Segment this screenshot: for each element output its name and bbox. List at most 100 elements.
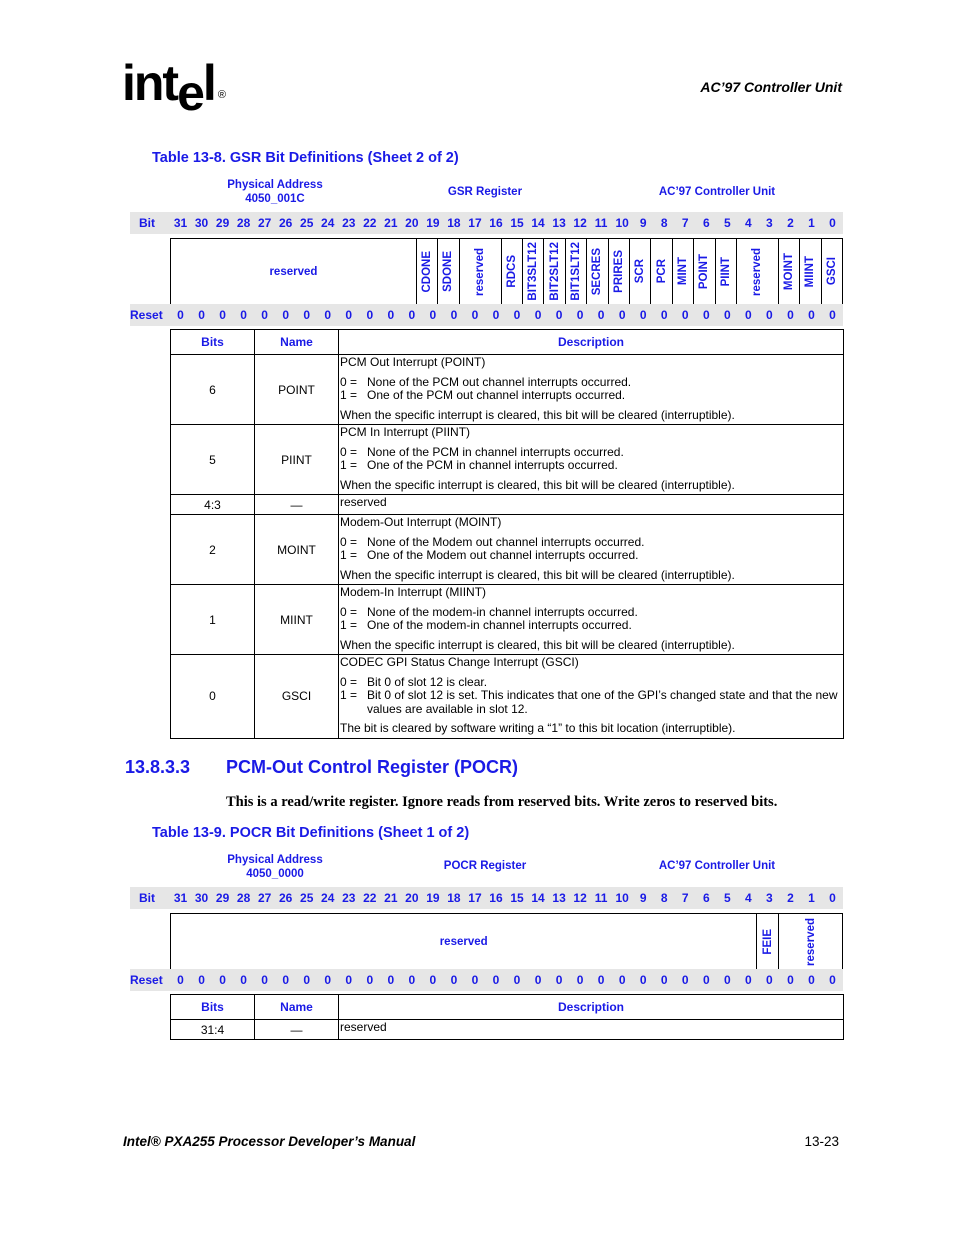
- bit-number: 26: [278, 891, 293, 905]
- table-header-row: Bits Name Description: [170, 994, 844, 1020]
- field-name: PRIRES: [612, 250, 625, 293]
- field-name: BIT3SLT12: [527, 242, 540, 301]
- bit-number: 6: [702, 891, 710, 905]
- section-heading: 13.8.3.3 PCM-Out Control Register (POCR): [125, 757, 518, 778]
- col-name: Name: [254, 329, 339, 355]
- table2-reset-row: Reset 00000000000000000000000000000000: [130, 969, 843, 991]
- description-note: When the specific interrupt is cleared, …: [340, 567, 735, 582]
- value-definition: 0 = None of the modem-in channel interrup…: [340, 604, 841, 620]
- reset-value: 0: [766, 973, 773, 987]
- bit-number: 5: [723, 216, 731, 230]
- reset-value: 0: [555, 308, 563, 322]
- bit-number: 9: [639, 891, 647, 905]
- row-name: —: [254, 494, 339, 515]
- bit-number: 21: [384, 216, 398, 230]
- bit-number: 2: [787, 891, 794, 905]
- field-name: BIT2SLT12: [548, 242, 561, 301]
- bit-number: 13: [552, 891, 566, 905]
- value-meaning: One of the PCM out channel interrupts oc…: [367, 388, 626, 402]
- footer-manual-title: Intel® PXA255 Processor Developer’s Manu…: [123, 1134, 416, 1149]
- reset-value: 0: [387, 308, 395, 322]
- bit-number: 3: [766, 216, 773, 230]
- reset-value: 0: [534, 973, 542, 987]
- bit-number: 12: [573, 216, 587, 230]
- bit-number: 4: [745, 216, 752, 230]
- reset-value: 0: [660, 973, 668, 987]
- bit-number: 13: [552, 216, 566, 230]
- bit-label: Bit: [139, 216, 155, 230]
- phys-addr-value: 4050_0000: [246, 868, 304, 880]
- reset-value: 0: [219, 973, 226, 987]
- reset-value: 0: [282, 973, 290, 987]
- table1-description-table: Bits Name Description 6 POINT PCM Out Inte…: [170, 329, 844, 739]
- description-title: PCM In Interrupt (PIINT): [340, 425, 471, 439]
- table2-field-diagram: reserved FEIE reserved: [170, 913, 843, 970]
- field-name: MINT: [676, 257, 689, 286]
- register-field: PIINT: [714, 239, 736, 304]
- bit-number: 10: [615, 216, 629, 230]
- bit-number: 1: [808, 216, 815, 230]
- value-definition: 1 = One of the Modem out channel interrup…: [340, 548, 841, 563]
- value-definition: 0 = None of the PCM out channel interrupt…: [340, 374, 841, 390]
- bit-number: 7: [681, 216, 689, 230]
- reset-value: 0: [471, 308, 479, 322]
- bit-number: 3: [766, 891, 773, 905]
- reset-value: 0: [177, 308, 184, 322]
- phys-addr-value: 4050_001C: [245, 193, 305, 205]
- reset-value: 0: [597, 308, 605, 322]
- value-key: 1 =: [340, 458, 358, 472]
- reset-value: 0: [555, 973, 563, 987]
- reset-value: 0: [639, 308, 647, 322]
- register-field: reserved: [735, 239, 778, 304]
- bit-number: 6: [702, 216, 710, 230]
- table-row: 31:4— reserved: [170, 1019, 844, 1040]
- row-description: Modem-Out Interrupt (MOINT) 0 = None of th…: [338, 514, 844, 585]
- bit-number: 18: [447, 891, 461, 905]
- bit-number: 31: [173, 891, 188, 905]
- bit-number: 9: [639, 216, 647, 230]
- reset-value: 0: [345, 973, 353, 987]
- register-field: SCR: [628, 239, 650, 304]
- bit-number: 28: [236, 891, 251, 905]
- intel-logo: intel ®: [122, 55, 226, 121]
- field-name: reserved: [751, 247, 764, 296]
- field-name: SCR: [634, 259, 647, 284]
- bit-number: 7: [681, 891, 689, 905]
- bit-number: 30: [194, 891, 209, 905]
- reset-value: 0: [198, 308, 205, 322]
- table-row: 2 MOINT Modem-Out Interrupt (MOINT) 0 = None…: [170, 514, 844, 585]
- register-field: BIT3SLT12: [521, 239, 543, 304]
- field-name: CDONE: [421, 250, 434, 293]
- row-name: —: [254, 1019, 339, 1040]
- register-field: PCR: [650, 239, 671, 304]
- row-bits: 31:4: [170, 1019, 255, 1040]
- description-title: Modem-In Interrupt (MIINT): [340, 585, 487, 599]
- bit-number: 31: [173, 216, 188, 230]
- table-row: 6 POINT PCM Out Interrupt (POINT) 0 = None o…: [170, 354, 844, 425]
- field-name: reserved: [804, 917, 817, 966]
- running-header: AC’97 Controller Unit: [700, 79, 842, 95]
- value-meaning: None of the PCM out channel interrupts o…: [367, 374, 632, 389]
- value-definition: 0 = None of the Modem out channel interru…: [340, 535, 841, 550]
- register-field: reserved: [458, 239, 501, 304]
- reset-value: 0: [450, 308, 458, 322]
- row-description: reserved: [338, 1019, 844, 1040]
- reset-value: 0: [681, 973, 689, 987]
- bit-number: 15: [510, 891, 524, 905]
- reset-value: 0: [618, 308, 626, 322]
- bit-number: 29: [215, 891, 230, 905]
- table1-register-name: GSR Register: [447, 186, 523, 198]
- value-key: 0 =: [340, 604, 358, 619]
- reset-value: 0: [660, 308, 668, 322]
- table1-unit: AC’97 Controller Unit: [658, 186, 776, 198]
- bit-number: 8: [660, 891, 668, 905]
- register-field: BIT2SLT12: [543, 239, 564, 304]
- row-name: MOINT: [254, 514, 339, 585]
- reset-value: 0: [723, 973, 731, 987]
- reset-value: 0: [219, 308, 226, 322]
- reset-value: 0: [345, 308, 353, 322]
- bit-number: 27: [257, 216, 272, 230]
- col-description: Description: [338, 329, 844, 355]
- bit-number: 11: [594, 891, 608, 905]
- row-name: POINT: [254, 354, 339, 425]
